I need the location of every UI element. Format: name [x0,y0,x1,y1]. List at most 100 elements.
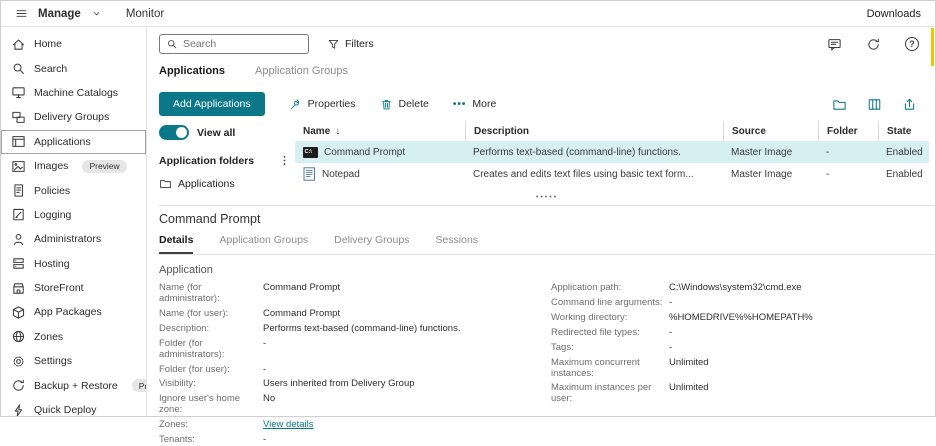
columns-icon[interactable] [867,97,882,112]
column-header-source[interactable]: Source [723,121,818,141]
properties-button[interactable]: Properties [289,98,356,111]
tab-sessions[interactable]: Sessions [435,234,478,254]
refresh-icon[interactable] [866,37,881,52]
column-header-state[interactable]: State [878,121,929,141]
downloads-link[interactable]: Downloads [867,8,921,20]
add-applications-button[interactable]: Add Applications [159,92,265,116]
sidebar-item-label: Quick Deploy [34,404,96,416]
command-bar-right: ? [827,37,919,52]
field-row: Maximum instances per user: Unlimited [551,383,935,405]
field-value: Unlimited [669,358,709,380]
sidebar-item-backup-restore[interactable]: Backup + Restore Preview [1,373,146,397]
toolbar: Add Applications Properties Delete ••• M… [159,87,935,121]
sidebar-item-storefront[interactable]: StoreFront [1,276,146,300]
tab-details[interactable]: Details [159,234,193,254]
sidebar-item-label: App Packages [34,306,102,318]
manage-menu[interactable]: Manage [38,8,81,20]
table-row[interactable]: Command Prompt Performs text-based (comm… [295,141,929,163]
field-value: Command Prompt [263,309,340,320]
sidebar-item-machine-catalogs[interactable]: Machine Catalogs [1,81,146,105]
sidebar-item-search[interactable]: Search [1,56,146,80]
field-row: Zones: View details [159,420,551,431]
field-label: Command line arguments: [551,298,669,309]
hamburger-menu-icon[interactable] [15,7,28,20]
monitor-menu[interactable]: Monitor [126,8,164,20]
sidebar-item-hosting[interactable]: Hosting [1,252,146,276]
field-label: Maximum instances per user: [551,383,669,405]
application-folders-label: Application folders [159,155,254,167]
cell-state: Enabled [878,147,929,158]
tab-delivery-groups[interactable]: Delivery Groups [334,234,409,254]
delete-label: Delete [399,98,429,110]
filters-button[interactable]: Filters [327,38,374,51]
field-value: Command Prompt [263,283,340,305]
sidebar-item-policies[interactable]: Policies [1,178,146,202]
sidebar-item-label: Machine Catalogs [34,87,118,99]
sidebar-item-delivery-groups[interactable]: Delivery Groups [1,105,146,129]
sidebar-item-images[interactable]: Images Preview [1,154,146,178]
table-row[interactable]: Notepad Creates and edits text files usi… [295,163,929,185]
sidebar-item-zones[interactable]: Zones [1,325,146,349]
trash-icon [380,98,393,111]
field-value: Performs text-based (command-line) funct… [263,324,460,335]
tab-application-groups[interactable]: Application Groups [219,234,308,254]
filter-funnel-icon [327,38,340,51]
field-label: Folder (for user): [159,365,263,376]
search-input[interactable] [183,38,302,50]
feedback-edge-tab[interactable] [931,28,934,66]
splitter-handle[interactable] [159,193,935,206]
column-header-folder[interactable]: Folder [818,121,878,141]
search-box[interactable] [159,34,309,54]
sidebar-item-label: Hosting [34,258,70,270]
field-row: Working directory: %HOMEDRIVE%%HOMEPATH% [551,313,935,324]
column-header-description[interactable]: Description [465,121,723,141]
sidebar-item-applications[interactable]: Applications [1,130,146,154]
view-all-row: View all [159,125,291,140]
tab-applications[interactable]: Applications [159,65,225,77]
view-all-toggle[interactable] [159,125,189,140]
delivery-groups-icon [11,110,26,125]
field-label: Application path: [551,283,669,294]
chevron-down-icon[interactable] [91,8,102,19]
tab-application-groups[interactable]: Application Groups [255,65,348,77]
view-details-link[interactable]: View details [263,420,314,431]
more-button[interactable]: ••• More [453,98,496,110]
delete-button[interactable]: Delete [380,98,429,111]
sidebar-item-app-packages[interactable]: App Packages [1,300,146,324]
search-icon [11,61,26,76]
backup-restore-icon [11,378,26,393]
cell-name: Command Prompt [295,147,465,158]
kebab-menu-icon[interactable] [278,154,291,167]
more-dots-icon: ••• [453,99,467,110]
cell-state: Enabled [878,169,929,180]
images-icon [11,159,26,174]
sort-descending-icon: ↓ [335,126,340,137]
sidebar-item-logging[interactable]: Logging [1,203,146,227]
folder-icon [159,177,172,190]
details-panel: Command Prompt Details Application Group… [159,206,935,416]
field-row: Folder (for user): - [159,365,551,376]
sidebar-item-label: Logging [34,209,71,221]
folder-item-applications[interactable]: Applications [159,177,291,190]
sidebar-item-label: Search [34,63,67,75]
sidebar-item-settings[interactable]: Settings [1,349,146,373]
help-icon[interactable]: ? [905,37,919,51]
field-row: Tenants: - [159,435,551,446]
field-value: - [263,435,266,446]
sidebar-item-quick-deploy[interactable]: Quick Deploy [1,398,146,416]
app-name: Command Prompt [324,147,405,158]
field-row: Redirected file types: - [551,328,935,339]
sidebar-item-administrators[interactable]: Administrators [1,227,146,251]
sidebar-item-label: Applications [34,136,91,148]
field-row: Name (for user): Command Prompt [159,309,551,320]
column-header-name[interactable]: Name ↓ [295,121,465,141]
sidebar-nav: Home Search Machine Catalogs Delivery Gr… [1,27,147,416]
export-icon[interactable] [902,97,917,112]
field-row: Maximum concurrent instances: Unlimited [551,358,935,380]
field-label: Tags: [551,343,669,354]
folder-view-icon[interactable] [832,97,847,112]
sidebar-item-home[interactable]: Home [1,32,146,56]
feedback-icon[interactable] [827,37,842,52]
field-label: Name (for administrator): [159,283,263,305]
cell-description: Performs text-based (command-line) funct… [465,147,723,158]
